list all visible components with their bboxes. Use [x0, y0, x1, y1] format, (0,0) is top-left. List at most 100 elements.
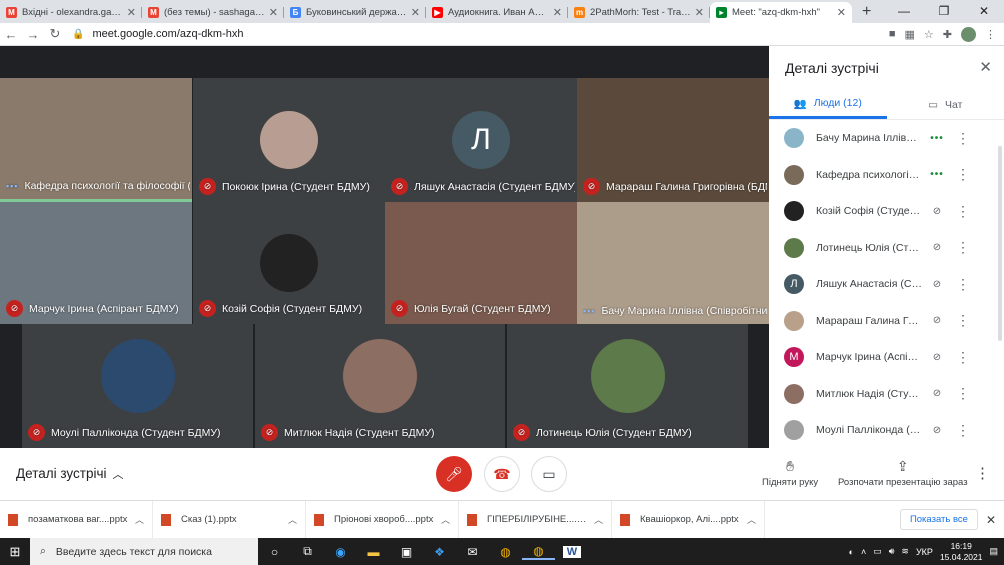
browser-tab[interactable]: ▸ Meet: "azq-dkm-hxh" ✕ — [710, 2, 852, 23]
chevron-up-icon[interactable]: ︿ — [747, 513, 756, 526]
participant-tile[interactable]: ⊘ Юлія Бугай (Студент БДМУ) — [385, 202, 577, 324]
browser-tab[interactable]: ▶ Аудиокнига. Иван Алексеев ✕ — [426, 2, 568, 23]
camera-toggle-button[interactable]: ▭ — [531, 456, 567, 492]
edge-icon[interactable]: ◉ — [324, 545, 357, 559]
notifications-icon[interactable]: ▤ — [989, 546, 998, 557]
more-vert-icon[interactable]: ⋮ — [956, 385, 970, 402]
mic-toggle-button[interactable]: 🎤︎ — [436, 456, 472, 492]
chevron-up-icon[interactable]: ︿ — [135, 513, 144, 526]
omnibox[interactable]: 🔒 meet.google.com/azq-dkm-hxh — [72, 25, 889, 44]
participant-tile[interactable]: ⊘ Лотинець Юлія (Студент БДМУ) — [507, 324, 748, 448]
download-item[interactable]: Квашіоркор, Алі....pptx ︿ — [612, 500, 765, 539]
clock[interactable]: 16:19 15.04.2021 — [940, 541, 983, 563]
chevron-up-tray-icon[interactable]: ˄ — [861, 547, 866, 557]
cortana-icon[interactable]: ○ — [258, 545, 291, 559]
task-view-icon[interactable]: ⧉ — [291, 544, 324, 559]
volume-icon[interactable]: 🔊︎ — [889, 546, 895, 557]
close-tab-icon[interactable]: ✕ — [695, 6, 704, 19]
more-vert-icon[interactable]: ⋮ — [956, 166, 970, 183]
windows-start-icon[interactable]: ⊞ — [0, 544, 30, 560]
tray-app-icon[interactable]: ◐ — [849, 547, 854, 557]
chevron-up-icon[interactable]: ︿ — [594, 513, 603, 526]
more-vert-icon[interactable]: ⋮ — [956, 130, 970, 147]
bookmark-star-icon[interactable]: ☆ — [924, 28, 934, 41]
participant-row[interactable]: Марараш Галина Григ... ⊘ ⋮ — [769, 303, 1004, 340]
more-vert-icon[interactable]: ⋮ — [956, 203, 970, 220]
leave-call-button[interactable]: ☎ — [484, 456, 520, 492]
browser-tab[interactable]: m 2PathMorh: Test - Training - ✕ — [568, 2, 710, 23]
dropbox-icon[interactable]: ❖ — [423, 545, 456, 559]
close-window-icon[interactable]: ✕ — [964, 0, 1004, 22]
close-tab-icon[interactable]: ✕ — [837, 6, 846, 19]
tab-chat[interactable]: ▭ Чат — [887, 90, 1004, 119]
raise-hand-button[interactable]: ✋︎ Підняти руку — [762, 458, 818, 488]
browser-menu-icon[interactable]: ⋮ — [985, 28, 996, 41]
participant-tile[interactable]: ⊘ Покоюк Ірина (Студент БДМУ) — [193, 78, 385, 202]
browser-tab[interactable]: Б Буковинський державний м ✕ — [284, 2, 426, 23]
participant-tile[interactable]: ⊘ Марчук Ірина (Аспірант БДМУ) — [0, 202, 192, 324]
more-vert-icon[interactable]: ⋮ — [956, 349, 970, 366]
download-item[interactable]: Пріонові хвороб....pptx ︿ — [306, 500, 459, 539]
participant-tile[interactable]: ⊘ Моулі Паллікондa (Студент БДМУ) — [22, 324, 253, 448]
participant-tile[interactable]: ⊘ Марараш Галина Григорівна (БДМ... — [577, 78, 769, 202]
close-downloads-icon[interactable]: ✕ — [986, 513, 996, 527]
close-tab-icon[interactable]: ✕ — [411, 6, 420, 19]
more-vert-icon[interactable]: ⋮ — [956, 276, 970, 293]
taskbar-search[interactable]: ⌕ Введите здесь текст для поиска — [30, 538, 258, 565]
forward-icon[interactable]: → — [22, 27, 44, 42]
language-indicator[interactable]: УКР — [916, 547, 933, 557]
download-item[interactable]: Сказ (1).pptx ︿ — [153, 500, 306, 539]
browser-tab[interactable]: M (без темы) - sashagarvasuk@ ✕ — [142, 2, 284, 23]
more-vert-icon[interactable]: ⋮ — [956, 239, 970, 256]
chrome-active-icon[interactable]: ◍ — [522, 544, 555, 560]
reload-icon[interactable]: ↻ — [44, 26, 66, 42]
lock-icon[interactable]: 🔒 — [72, 29, 84, 40]
download-item[interactable]: позаматкова ваг....pptx ︿ — [0, 500, 153, 539]
show-all-downloads-button[interactable]: Показать все — [899, 509, 978, 530]
extensions-icon[interactable]: ✚ — [943, 28, 952, 41]
more-vert-icon[interactable]: ⋮ — [956, 422, 970, 439]
file-explorer-icon[interactable]: ▬ — [357, 545, 390, 559]
participant-tile[interactable]: ••• Бачу Марина Іллівна (Співробітник... — [577, 202, 769, 324]
browser-tab[interactable]: M Вхідні - olexandra.garvasuk@ ✕ — [0, 2, 142, 23]
mail-icon[interactable]: ✉ — [456, 545, 489, 559]
participant-row[interactable]: Козій Софія (Студент ... ⊘ ⋮ — [769, 193, 1004, 230]
close-panel-icon[interactable]: ✕ — [979, 58, 992, 76]
meeting-details-button[interactable]: Деталі зустрічі ︿ — [16, 466, 123, 482]
participant-row[interactable]: Бачу Марина Іллівна (... ••• ⋮ — [769, 120, 1004, 157]
qr-icon[interactable]: ▦ — [905, 28, 915, 41]
present-now-button[interactable]: ⇪ Розпочати презентацію зараз — [838, 458, 968, 488]
more-options-icon[interactable]: ⋮ — [975, 464, 990, 482]
network-icon[interactable]: ▭ — [873, 546, 882, 557]
chevron-up-icon[interactable]: ︿ — [288, 513, 297, 526]
participant-tile[interactable]: Л ⊘ Ляшук Анастасія (Студент БДМУ) — [385, 78, 577, 202]
participant-tile[interactable]: ⊘ Митлюк Надія (Студент БДМУ) — [255, 324, 505, 448]
participant-row[interactable]: Л Ляшук Анастасія (Студ... ⊘ ⋮ — [769, 266, 1004, 303]
close-tab-icon[interactable]: ✕ — [127, 6, 136, 19]
chevron-up-icon[interactable]: ︿ — [441, 513, 450, 526]
participant-row[interactable]: Лотинець Юлія (Студе... ⊘ ⋮ — [769, 230, 1004, 267]
participant-row[interactable]: M Марчук Ірина (Аспіран... ⊘ ⋮ — [769, 339, 1004, 376]
close-tab-icon[interactable]: ✕ — [269, 6, 278, 19]
minimize-icon[interactable]: — — [884, 0, 924, 22]
tab-people[interactable]: 👥 Люди (12) — [769, 90, 887, 119]
maximize-icon[interactable]: ❐ — [924, 0, 964, 22]
close-tab-icon[interactable]: ✕ — [553, 6, 562, 19]
participant-row[interactable]: Моулі Паллікондa (Сту... ⊘ ⋮ — [769, 412, 1004, 448]
participant-row[interactable]: Митлюк Надія (Студен... ⊘ ⋮ — [769, 376, 1004, 413]
store-icon[interactable]: ▣ — [390, 545, 423, 559]
word-icon[interactable]: W — [563, 545, 581, 558]
participant-tile[interactable]: ⊘ Козій Софія (Студент БДМУ) — [193, 202, 385, 324]
more-vert-icon[interactable]: ⋮ — [956, 312, 970, 329]
profile-avatar[interactable] — [961, 26, 976, 42]
chrome-icon[interactable]: ◍ — [489, 545, 522, 559]
download-item[interactable]: ГІПЕРБІЛІРУБІНЕ....ppt ︿ — [459, 500, 612, 539]
participant-row[interactable]: Кафедра психології та... ••• ⋮ — [769, 157, 1004, 194]
new-tab-button[interactable]: + — [862, 3, 871, 21]
camera-status-icon[interactable]: ■ — [889, 28, 896, 40]
wifi-icon[interactable]: ≋ — [901, 546, 909, 557]
scrollbar[interactable] — [998, 146, 1002, 341]
site-icon: Б — [290, 7, 301, 18]
participant-tile[interactable]: ••• Кафедра психології та філософії (Пі..… — [0, 78, 192, 202]
back-icon[interactable]: ← — [0, 27, 22, 42]
